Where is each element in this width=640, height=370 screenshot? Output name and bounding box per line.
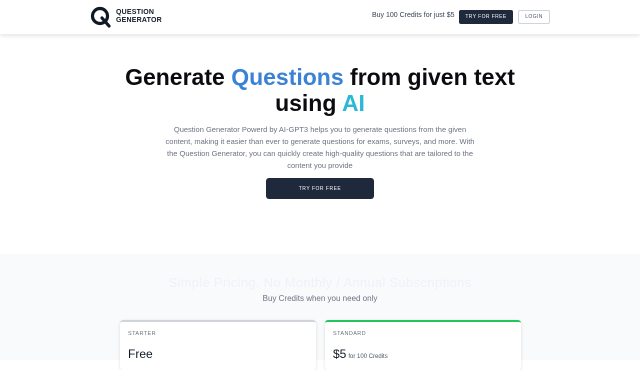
question-generator-logo-icon <box>90 6 111 28</box>
hero-title: Generate Questions from given text using… <box>100 64 540 116</box>
pricing-section: Simple Pricing. No Monthly / Annual Subs… <box>0 254 640 370</box>
plan-name: STARTER <box>128 331 156 337</box>
logo-text: QUESTION GENERATOR <box>116 9 162 25</box>
logo-line-2: GENERATOR <box>116 17 162 24</box>
plan-card-standard[interactable]: STANDARD $5 for 100 Credits <box>325 320 521 370</box>
promo-text: Buy 100 Credits for just $5 <box>372 12 455 19</box>
plan-price-note: for 100 Credits <box>348 354 388 360</box>
hero-title-part-1: Generate <box>125 64 232 90</box>
plan-name: STANDARD <box>333 331 367 337</box>
hero-section: Generate Questions from given text using… <box>0 34 640 254</box>
plan-price-value: $5 <box>333 347 347 361</box>
hero-description: Question Generator Powerd by AI-GPT3 hel… <box>165 125 475 170</box>
plan-price-value: Free <box>128 347 153 361</box>
try-for-free-hero-button[interactable]: TRY FOR FREE <box>266 178 374 199</box>
pricing-title: Simple Pricing. No Monthly / Annual Subs… <box>168 275 472 290</box>
pricing-subtitle: Buy Credits when you need only <box>262 294 378 303</box>
plan-price: $5 for 100 Credits <box>333 347 388 361</box>
plan-price: Free <box>128 347 153 361</box>
plan-card-starter[interactable]: STARTER Free <box>120 320 316 370</box>
logo-line-1: QUESTION <box>116 9 155 16</box>
logo[interactable]: QUESTION GENERATOR <box>90 6 162 28</box>
try-for-free-nav-button[interactable]: TRY FOR FREE <box>459 10 513 24</box>
top-navbar: QUESTION GENERATOR Buy 100 Credits for j… <box>0 0 640 34</box>
login-button[interactable]: LOGIN <box>518 10 550 24</box>
hero-title-highlight-ai: AI <box>341 90 365 116</box>
hero-title-highlight: Questions <box>231 64 344 90</box>
